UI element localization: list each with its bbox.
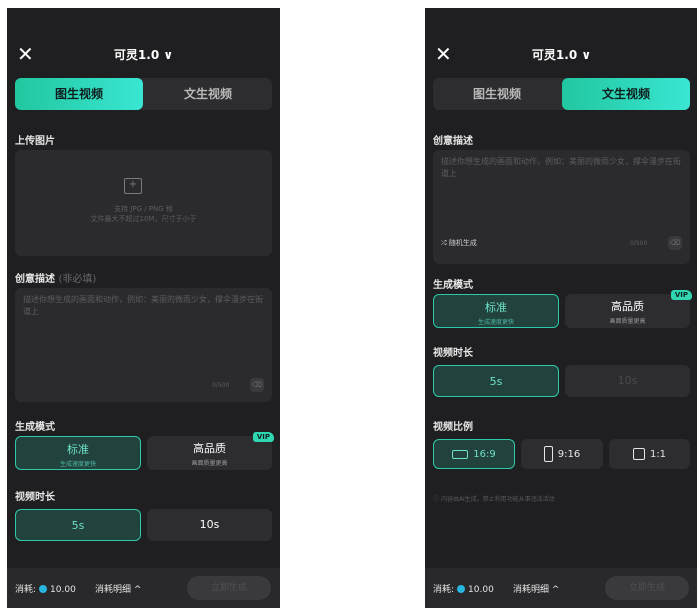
mode-tabs: 图生视频 文生视频	[15, 78, 272, 110]
mode-hq-sub: 画面质量更高	[191, 460, 228, 467]
coin-icon	[39, 585, 48, 593]
text-to-video-screen: ✕ 可灵1.0 ∨ 图生视频 文生视频 创意描述 描述你想生成的画面和动作，例如…	[425, 8, 697, 608]
portrait-ratio-icon	[543, 446, 553, 462]
cost-value: 10.00	[468, 585, 494, 595]
ai-content-notice: ⓘ 内容由AI生成，禁止利用功能从事违法活动	[433, 496, 555, 503]
ratio-1-1[interactable]: 1:1	[609, 439, 690, 469]
ratio-16-9[interactable]: 16:9	[433, 439, 515, 469]
tab-text-to-video[interactable]: 文生视频	[562, 78, 690, 110]
mode-standard[interactable]: 标准 生成速度更快	[15, 436, 141, 470]
desc-counter: 0/500	[630, 240, 648, 247]
duration-5s[interactable]: 5s	[15, 509, 141, 541]
desc-counter: 0/500	[212, 382, 230, 389]
image-to-video-screen: ✕ 可灵1.0 ∨ 图生视频 文生视频 上传图片 + 支持 JPG / PNG …	[7, 8, 280, 608]
square-ratio-icon	[632, 448, 645, 460]
mode-high-quality[interactable]: 高品质 画面质量更高 VIP	[147, 432, 274, 470]
ratio-label: 视频比例	[433, 422, 473, 433]
duration-10s[interactable]: 10s	[565, 365, 690, 397]
mode-tabs: 图生视频 文生视频	[433, 78, 690, 110]
vip-badge: VIP	[670, 290, 692, 300]
tab-image-to-video[interactable]: 图生视频	[15, 78, 143, 110]
generate-button[interactable]: 立即生成	[187, 576, 271, 600]
ratio-9-16[interactable]: 9:16	[521, 439, 603, 469]
mode-standard-sub: 生成速度更快	[59, 461, 96, 468]
cost-detail-toggle[interactable]: 消耗明细 ^	[513, 582, 559, 595]
random-generate-button[interactable]: ⤮ 随机生成	[441, 238, 477, 248]
clear-icon[interactable]: ⌫	[668, 236, 682, 250]
cost-display: 消耗: 10.00	[433, 585, 494, 595]
generate-button[interactable]: 立即生成	[605, 576, 689, 600]
model-selector[interactable]: 可灵1.0 ∨	[7, 46, 280, 63]
info-icon: ⓘ	[433, 496, 440, 503]
mode-standard-title: 标准	[485, 301, 507, 314]
landscape-ratio-icon	[452, 449, 469, 459]
upload-hint-size: 文件最大不超过10M，尺寸于小于	[90, 215, 197, 223]
upload-area[interactable]	[15, 150, 272, 256]
cost-detail-toggle[interactable]: 消耗明细 ^	[95, 582, 141, 595]
mode-standard[interactable]: 标准 生成速度更快	[433, 294, 559, 328]
duration-label: 视频时长	[433, 348, 473, 359]
cost-value: 10.00	[50, 585, 76, 595]
upload-image-icon: +	[124, 178, 142, 194]
mode-label: 生成模式	[433, 280, 473, 291]
coin-icon	[457, 585, 466, 593]
mode-standard-title: 标准	[67, 443, 89, 456]
tab-image-to-video[interactable]: 图生视频	[433, 78, 561, 110]
cost-display: 消耗: 10.00	[15, 585, 76, 595]
bottom-bar: 消耗: 10.00 消耗明细 ^ 立即生成	[425, 568, 697, 608]
upload-label: 上传图片	[15, 136, 55, 147]
upload-hint-format: 支持 JPG / PNG 格	[114, 205, 173, 213]
desc-label: 创意描述	[433, 136, 473, 147]
desc-placeholder: 描述你想生成的画面和动作，例如：美丽的微雨少女，撑伞漫步在街道上	[23, 295, 263, 316]
desc-placeholder: 描述你想生成的画面和动作，例如：美丽的微雨少女，撑伞漫步在街道上	[441, 157, 681, 178]
duration-label: 视频时长	[15, 492, 55, 503]
model-selector[interactable]: 可灵1.0 ∨	[425, 46, 697, 63]
duration-5s[interactable]: 5s	[433, 365, 559, 397]
shuffle-icon: ⤮	[441, 239, 447, 247]
bottom-bar: 消耗: 10.00 消耗明细 ^ 立即生成	[7, 568, 280, 608]
mode-hq-sub: 画面质量更高	[609, 318, 646, 325]
desc-optional: (非必填)	[58, 274, 97, 285]
clear-icon[interactable]: ⌫	[250, 378, 264, 392]
mode-label: 生成模式	[15, 422, 55, 433]
desc-label: 创意描述 (非必填)	[15, 274, 97, 285]
tab-text-to-video[interactable]: 文生视频	[144, 78, 272, 110]
mode-standard-sub: 生成速度更快	[477, 319, 514, 326]
vip-badge: VIP	[252, 432, 274, 442]
duration-10s[interactable]: 10s	[147, 509, 272, 541]
mode-high-quality[interactable]: 高品质 画面质量更高 VIP	[565, 290, 692, 328]
